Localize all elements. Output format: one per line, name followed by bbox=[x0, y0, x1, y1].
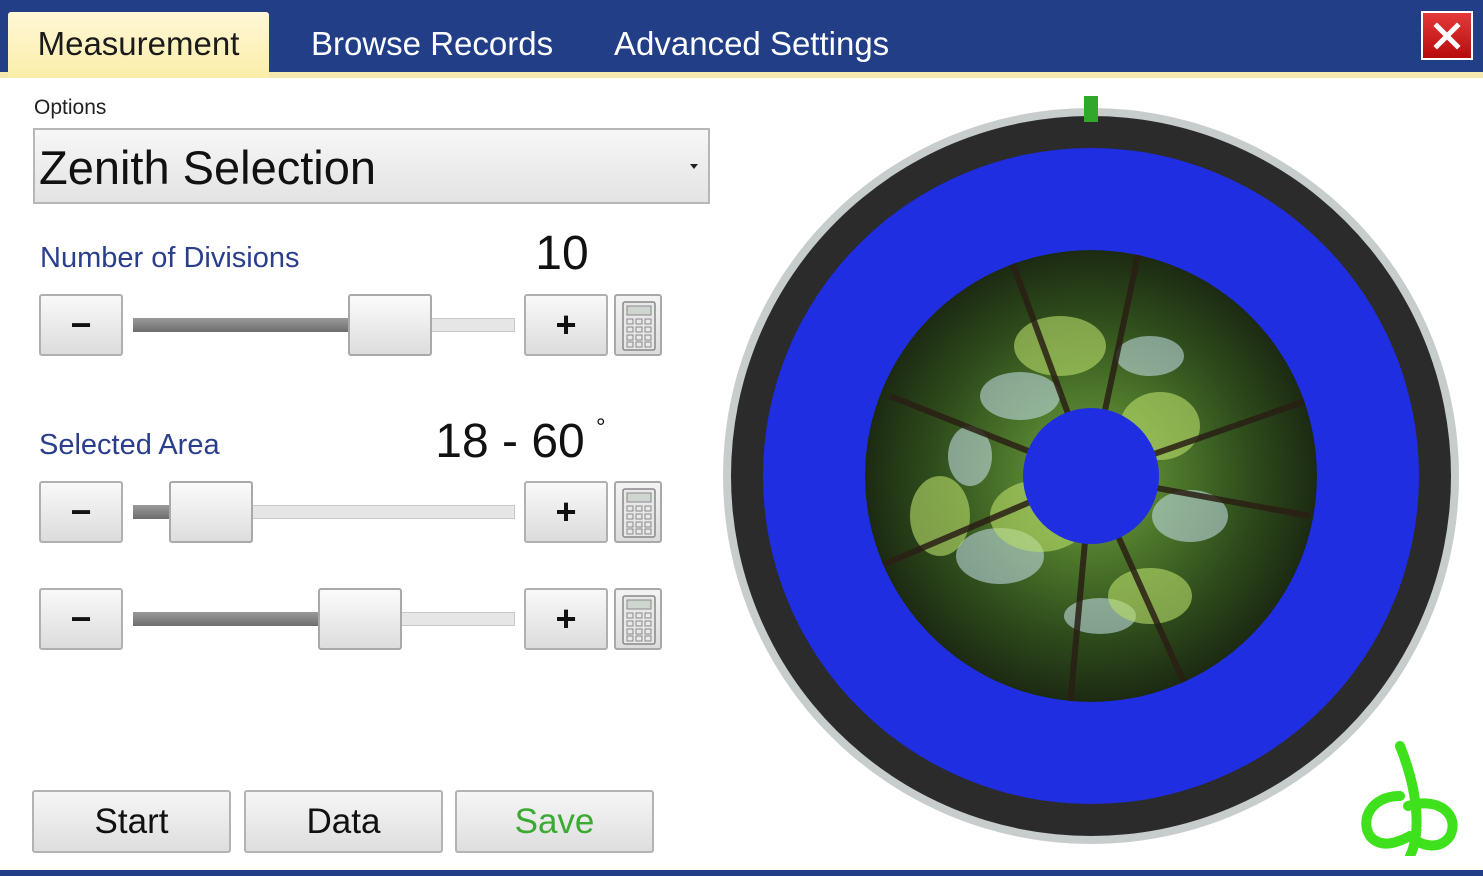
divisions-label: Number of Divisions bbox=[40, 242, 300, 274]
area-min-calculator-button[interactable] bbox=[614, 481, 662, 543]
divisions-calculator-button[interactable] bbox=[614, 294, 662, 356]
selected-area-unit: ° bbox=[596, 414, 606, 441]
area-max-plus-button[interactable]: + bbox=[524, 588, 608, 650]
bottom-border bbox=[0, 870, 1483, 876]
area-min-slider-thumb[interactable] bbox=[169, 481, 253, 543]
calculator-icon bbox=[622, 488, 656, 538]
divisions-value: 10 bbox=[535, 227, 589, 280]
options-dropdown[interactable]: Zenith Selection bbox=[33, 128, 710, 204]
start-button[interactable]: Start bbox=[32, 790, 231, 853]
area-max-calculator-button[interactable] bbox=[614, 588, 662, 650]
calculator-icon bbox=[622, 301, 656, 351]
divisions-slider-fill bbox=[133, 318, 350, 332]
leaf-logo-icon bbox=[1361, 741, 1458, 856]
selected-area-label: Selected Area bbox=[39, 429, 220, 461]
close-button[interactable] bbox=[1421, 11, 1473, 60]
area-min-slider-fill bbox=[133, 505, 171, 519]
tab-advanced-settings[interactable]: Advanced Settings bbox=[614, 12, 889, 74]
area-max-slider-fill bbox=[133, 612, 320, 626]
chevron-down-icon bbox=[690, 164, 698, 169]
divisions-minus-button[interactable]: − bbox=[39, 294, 123, 356]
north-marker bbox=[1084, 96, 1098, 122]
area-min-plus-button[interactable]: + bbox=[524, 481, 608, 543]
area-min-minus-button[interactable]: − bbox=[39, 481, 123, 543]
area-max-minus-button[interactable]: − bbox=[39, 588, 123, 650]
fisheye-canopy-view[interactable] bbox=[720, 96, 1470, 856]
area-max-slider-thumb[interactable] bbox=[318, 588, 402, 650]
options-dropdown-value: Zenith Selection bbox=[39, 141, 377, 194]
divisions-plus-button[interactable]: + bbox=[524, 294, 608, 356]
divisions-slider-thumb[interactable] bbox=[348, 294, 432, 356]
save-button[interactable]: Save bbox=[455, 790, 654, 853]
tab-browse-records[interactable]: Browse Records bbox=[311, 12, 553, 74]
data-button[interactable]: Data bbox=[244, 790, 443, 853]
selected-area-value: 18 - 60 bbox=[435, 415, 585, 468]
options-label: Options bbox=[34, 96, 107, 119]
tab-measurement[interactable]: Measurement bbox=[8, 12, 269, 78]
close-icon bbox=[1433, 21, 1461, 50]
calculator-icon bbox=[622, 595, 656, 645]
excluded-inner-disc bbox=[1023, 408, 1159, 544]
